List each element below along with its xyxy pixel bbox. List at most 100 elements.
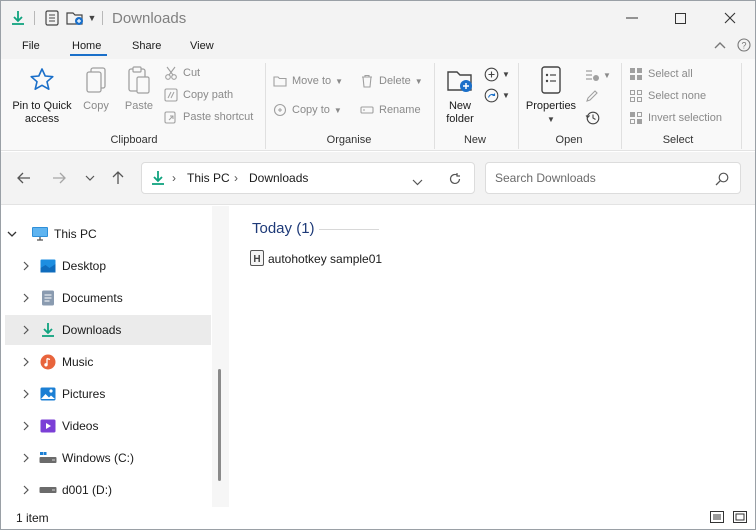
details-view-icon[interactable] xyxy=(709,510,725,524)
maximize-button[interactable] xyxy=(655,1,705,35)
invert-selection-button[interactable]: Invert selection xyxy=(628,109,722,127)
properties-quick-icon[interactable] xyxy=(43,9,61,27)
copy-button[interactable]: Copy xyxy=(79,63,113,113)
nav-label: Pictures xyxy=(62,387,106,401)
up-button[interactable] xyxy=(107,167,129,189)
refresh-icon[interactable] xyxy=(448,172,462,189)
quick-access-toolbar-dropdown[interactable]: ▼ xyxy=(87,9,97,27)
new-folder-button[interactable]: New folder xyxy=(441,63,479,126)
copy-icon xyxy=(85,63,107,97)
scissors-icon xyxy=(163,65,179,81)
nav-item-pictures[interactable]: Pictures xyxy=(5,379,211,409)
ribbon-separator xyxy=(741,63,742,149)
chevron-right-icon[interactable] xyxy=(19,387,33,401)
nav-item-this-pc[interactable]: This PC xyxy=(5,219,211,249)
back-button[interactable] xyxy=(13,167,35,189)
status-bar: 1 item xyxy=(1,507,755,529)
nav-item-d001-d[interactable]: d001 (D:) xyxy=(5,475,211,505)
tab-file[interactable]: File xyxy=(22,40,40,52)
cut-button[interactable]: Cut xyxy=(163,64,200,82)
pin-label: Pin to Quick access xyxy=(12,100,72,125)
paste-shortcut-button[interactable]: Paste shortcut xyxy=(163,108,253,126)
nav-item-downloads[interactable]: Downloads xyxy=(5,315,211,345)
ribbon-tabs: File Home Share View ? xyxy=(1,35,755,59)
chevron-down-icon[interactable] xyxy=(5,227,19,241)
large-icons-view-icon[interactable] xyxy=(732,510,748,524)
nav-item-music[interactable]: Music xyxy=(5,347,211,377)
desktop-icon xyxy=(39,257,57,275)
copy-label: Copy xyxy=(83,100,109,112)
tab-share[interactable]: Share xyxy=(132,40,161,52)
search-input[interactable]: Search Downloads xyxy=(495,171,596,185)
active-tab-indicator xyxy=(70,54,107,56)
pin-to-quick-access-button[interactable]: Pin to Quick access xyxy=(9,63,75,126)
tab-home[interactable]: Home xyxy=(72,40,101,52)
collapse-ribbon-icon[interactable] xyxy=(714,39,726,53)
properties-button[interactable]: Properties ▼ xyxy=(523,63,579,126)
address-bar[interactable]: › This PC › Downloads xyxy=(141,162,475,194)
music-icon xyxy=(39,353,57,371)
move-to-button[interactable]: Move to ▼ xyxy=(272,72,343,90)
nav-item-videos[interactable]: Videos xyxy=(5,411,211,441)
nav-label: Music xyxy=(62,355,94,369)
search-box[interactable]: Search Downloads xyxy=(485,162,741,194)
paste-shortcut-label: Paste shortcut xyxy=(183,111,254,123)
address-dropdown-icon[interactable] xyxy=(412,175,423,189)
forward-button[interactable] xyxy=(48,167,70,189)
tab-view[interactable]: View xyxy=(190,40,214,52)
group-header-divider xyxy=(319,229,379,230)
recent-locations-button[interactable] xyxy=(79,167,101,189)
breadcrumb-downloads[interactable]: Downloads xyxy=(249,171,308,185)
nav-scrollbar-thumb[interactable] xyxy=(218,369,221,481)
select-none-button[interactable]: Select none xyxy=(628,87,706,105)
chevron-right-icon[interactable] xyxy=(19,259,33,273)
explorer-window: ▼ Downloads File Home Share View ? Pin t… xyxy=(0,0,756,530)
chevron-right-icon[interactable] xyxy=(19,355,33,369)
search-icon[interactable] xyxy=(715,172,729,189)
easy-access-icon xyxy=(483,87,499,103)
add-circle-icon xyxy=(483,66,499,82)
chevron-right-icon[interactable] xyxy=(19,323,33,337)
nav-item-documents[interactable]: Documents xyxy=(5,283,211,313)
close-button[interactable] xyxy=(705,1,755,35)
copy-to-icon xyxy=(272,102,288,118)
copy-path-button[interactable]: Copy path xyxy=(163,86,233,104)
file-item[interactable]: H autohotkey sample01 xyxy=(250,249,382,268)
file-list-pane[interactable]: Today (1) H autohotkey sample01 xyxy=(230,206,755,507)
select-all-button[interactable]: Select all xyxy=(628,65,693,83)
chevron-right-icon[interactable] xyxy=(19,451,33,465)
nav-item-desktop[interactable]: Desktop xyxy=(5,251,211,281)
select-none-label: Select none xyxy=(648,90,707,102)
new-item-button[interactable]: ▼ xyxy=(483,65,510,83)
open-group-label: Open xyxy=(555,134,583,146)
edit-button[interactable] xyxy=(584,87,604,105)
select-none-icon xyxy=(628,88,644,104)
properties-dropdown-icon[interactable]: ▼ xyxy=(547,113,555,126)
new-folder-quick-icon[interactable] xyxy=(65,9,85,27)
group-header-today[interactable]: Today (1) xyxy=(252,220,315,237)
chevron-right-icon[interactable] xyxy=(19,291,33,305)
invert-selection-label: Invert selection xyxy=(648,112,722,124)
paste-button[interactable]: Paste xyxy=(121,63,157,113)
breadcrumb-this-pc[interactable]: This PC xyxy=(187,171,230,185)
rename-button[interactable]: Rename xyxy=(359,101,421,119)
copy-to-button[interactable]: Copy to ▼ xyxy=(272,101,342,119)
open-button[interactable]: ▼ xyxy=(584,66,611,84)
history-button[interactable] xyxy=(584,108,604,126)
properties-label: Properties xyxy=(525,100,577,112)
videos-icon xyxy=(39,417,57,435)
chevron-right-icon[interactable] xyxy=(19,483,33,497)
paste-icon xyxy=(127,63,151,97)
breadcrumb-separator-icon: › xyxy=(172,171,176,185)
select-group-label: Select xyxy=(662,134,694,146)
navigation-bar: › This PC › Downloads Search Downloads xyxy=(1,152,755,205)
documents-icon xyxy=(39,289,57,307)
minimize-button[interactable] xyxy=(607,1,657,35)
copy-to-label: Copy to xyxy=(292,104,330,116)
chevron-right-icon[interactable] xyxy=(19,419,33,433)
delete-button[interactable]: Delete ▼ xyxy=(359,72,423,90)
nav-item-windows-c[interactable]: Windows (C:) xyxy=(5,443,211,473)
easy-access-button[interactable]: ▼ xyxy=(483,86,510,104)
help-icon[interactable]: ? xyxy=(737,38,751,55)
ribbon-separator xyxy=(621,63,622,149)
